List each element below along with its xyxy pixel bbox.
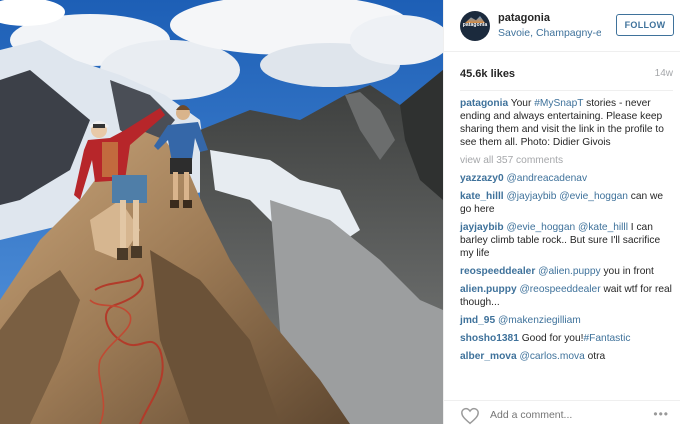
comment-username[interactable]: alien.puppy [460,284,517,295]
post-sidebar: patagonia patagonia Savoie, Champagny-en… [443,0,680,425]
comment-mention[interactable]: @andreacadenav [506,173,587,184]
heart-icon[interactable] [460,407,480,425]
caption: patagonia Your #MySnapT stories - never … [460,97,673,149]
comment-text: you in front [600,266,654,277]
follow-button[interactable]: FOLLOW [616,14,674,36]
post-location[interactable]: Savoie, Champagny-en-Vanoise [498,27,601,39]
comments-list: patagonia Your #MySnapT stories - never … [460,97,673,368]
post-username[interactable]: patagonia [498,12,550,24]
comment-username[interactable]: yazzazy0 [460,173,504,184]
comment-item: reospeeddealer @alien.puppy you in front [460,265,673,278]
comment-item: shosho1381 Good for you!#Fantastic [460,332,673,345]
post-footer: ••• [444,400,680,425]
view-all-comments-link[interactable]: view all 357 comments [460,154,673,167]
avatar[interactable]: patagonia [460,11,490,41]
comment-item: alien.puppy @reospeeddealer wait wtf for… [460,283,673,309]
comment-username[interactable]: shosho1381 [460,333,519,344]
comment-username[interactable]: kate_hilll [460,191,504,202]
comment-item: jayjaybib @evie_hoggan @kate_hilll I can… [460,221,673,260]
comment-item: kate_hilll @jayjaybib @evie_hoggan can w… [460,190,673,216]
avatar-logo-text: patagonia [462,22,488,28]
comment-mention[interactable]: @evie_hoggan @kate_hilll [506,222,628,233]
caption-hashtag[interactable]: #MySnapT [534,98,583,109]
comment-item: jmd_95 @makenziegilliam [460,314,673,327]
comment-username[interactable]: jmd_95 [460,315,495,326]
likes-count[interactable]: 45.6k likes [460,68,515,80]
comment-username[interactable]: jayjaybib [460,222,504,233]
comment-item: yazzazy0 @andreacadenav [460,172,673,185]
comment-mention[interactable]: @carlos.mova [519,351,584,362]
add-comment-input[interactable] [490,409,620,421]
comment-item: alber_mova @carlos.mova otra [460,350,673,363]
post-age[interactable]: 14w [655,68,673,79]
divider [460,90,673,91]
comment-mention[interactable]: @makenziegilliam [498,315,581,326]
more-options-icon[interactable]: ••• [653,407,669,421]
comment-mention[interactable]: @jayjaybib @evie_hoggan [506,191,628,202]
comment-hashtag[interactable]: #Fantastic [583,333,630,344]
post-stats: 45.6k likes 14w [460,68,673,84]
mountain-climbers-photo [0,0,443,424]
post-header: patagonia patagonia Savoie, Champagny-en… [444,0,680,52]
comment-username[interactable]: reospeeddealer [460,266,535,277]
instagram-post: patagonia patagonia Savoie, Champagny-en… [0,0,680,425]
comment-mention[interactable]: @alien.puppy [538,266,600,277]
post-photo[interactable] [0,0,443,424]
comment-username[interactable]: alber_mova [460,351,517,362]
comment-text: otra [584,351,606,362]
caption-text-before: Your [510,98,535,109]
comment-mention[interactable]: @reospeeddealer [519,284,600,295]
caption-username[interactable]: patagonia [460,98,508,109]
comments-fade [444,378,680,400]
comment-text: Good for you! [521,333,584,344]
